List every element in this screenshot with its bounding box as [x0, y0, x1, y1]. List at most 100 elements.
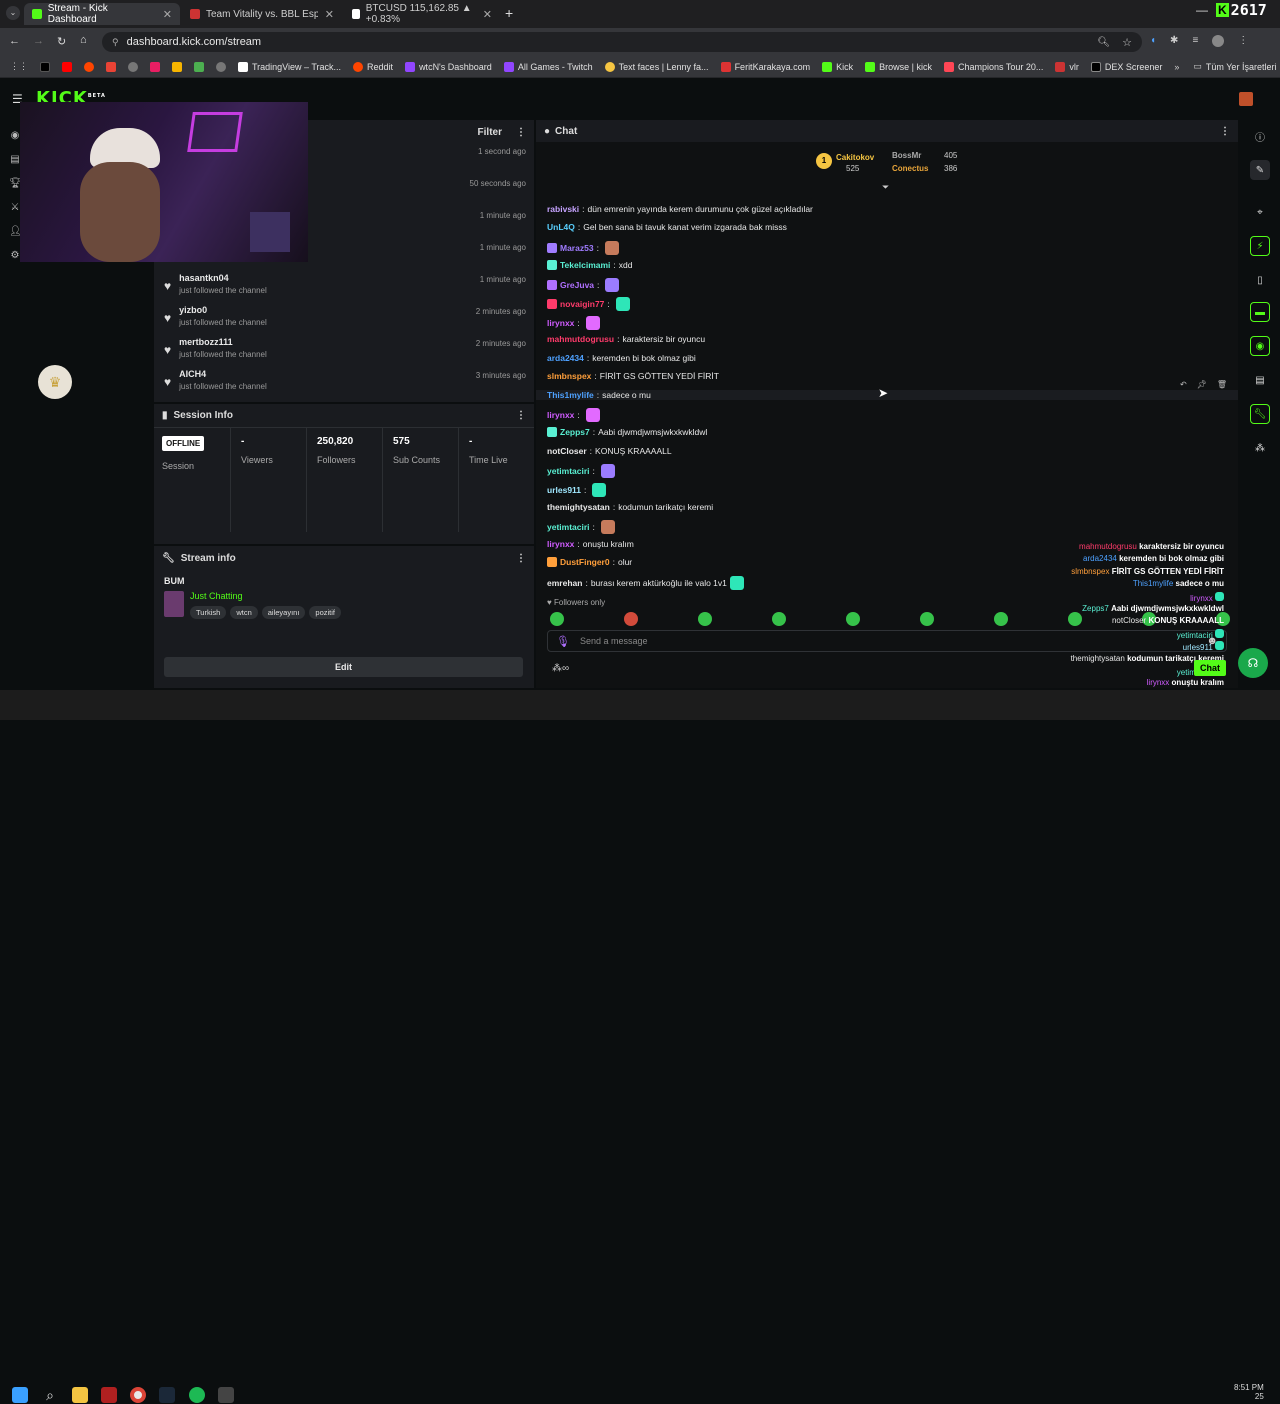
- notes-tool-icon[interactable]: ▯: [1250, 270, 1270, 290]
- bookmark-kick[interactable]: Kick: [822, 61, 853, 72]
- lightning-tool-icon[interactable]: ⚡︎: [1250, 236, 1270, 256]
- stream-tag[interactable]: wtcn: [230, 606, 258, 619]
- bookmark-champions-tour[interactable]: Champions Tour 20...: [943, 61, 1043, 72]
- quick-emote-icon[interactable]: [772, 612, 786, 626]
- quick-emote-icon[interactable]: [550, 612, 564, 626]
- chat-username[interactable]: yetimtaciri: [547, 466, 590, 476]
- delete-icon[interactable]: 🗑︎: [1217, 380, 1227, 389]
- chat-username[interactable]: Tekelcimami: [560, 260, 610, 270]
- bookmark-wtcn-dashboard[interactable]: wtcN's Dashboard: [405, 61, 492, 72]
- bookmark-g[interactable]: [172, 61, 182, 72]
- stream-tag[interactable]: Turkish: [190, 606, 227, 619]
- chat-username[interactable]: urles911: [547, 485, 581, 495]
- app-red-icon[interactable]: [101, 1387, 117, 1403]
- chat-send-button[interactable]: Chat: [1194, 660, 1226, 676]
- back-icon[interactable]: ←: [9, 35, 20, 47]
- stream-tag[interactable]: pozitif: [309, 606, 342, 619]
- chat-username[interactable]: mahmutdogrusu: [547, 334, 614, 344]
- bookmark-vlr[interactable]: vlr: [1055, 61, 1079, 72]
- apps-grid-icon[interactable]: ⋮⋮: [10, 61, 28, 72]
- close-tab-icon[interactable]: ✕: [325, 8, 334, 21]
- broadcast-tool-icon[interactable]: ◉: [1250, 336, 1270, 356]
- bookmark-text-faces[interactable]: Text faces | Lenny fa...: [604, 61, 709, 72]
- chat-tool-icon[interactable]: ▬: [1250, 302, 1270, 322]
- mic-icon[interactable]: 🎙︎: [556, 635, 570, 648]
- category-link[interactable]: Just Chatting: [190, 591, 341, 601]
- bookmark-leaf[interactable]: [194, 61, 204, 72]
- chat-username[interactable]: GreJuva: [560, 280, 594, 290]
- reply-icon[interactable]: ↶: [1180, 380, 1187, 389]
- reload-icon[interactable]: ↻: [57, 35, 66, 48]
- spotify-icon[interactable]: [189, 1387, 205, 1403]
- chat-username[interactable]: novaigin77: [560, 299, 604, 309]
- home-icon[interactable]: ⌂: [80, 34, 87, 46]
- quick-emote-icon[interactable]: [846, 612, 860, 626]
- extension-icon[interactable]: ◖: [1150, 35, 1156, 49]
- session-menu-icon[interactable]: ⋮: [516, 410, 526, 421]
- bookmark-gmail[interactable]: [106, 61, 116, 72]
- pinned-expand-icon[interactable]: ⏷: [882, 182, 889, 193]
- user-avatar[interactable]: [1239, 92, 1253, 106]
- profile-avatar[interactable]: [1212, 35, 1225, 47]
- bookmark-dex-screener[interactable]: DEX Screener: [1090, 61, 1162, 72]
- puzzle-extensions-icon[interactable]: ✱: [1170, 35, 1178, 49]
- stream-info-menu-icon[interactable]: ⋮: [516, 553, 526, 564]
- close-tab-icon[interactable]: ✕: [483, 8, 492, 21]
- activity-username[interactable]: yizbo0: [179, 305, 267, 315]
- leader-3-name[interactable]: Conectus: [892, 164, 928, 173]
- chat-username[interactable]: Maraz53: [560, 243, 594, 253]
- chat-username[interactable]: arda2434: [547, 353, 584, 363]
- windows-start-icon[interactable]: [12, 1387, 28, 1403]
- app-generic-icon[interactable]: [218, 1387, 234, 1403]
- chat-username[interactable]: themightysatan: [547, 502, 610, 512]
- wrench-tool-icon[interactable]: 🔧︎: [1250, 404, 1270, 424]
- chat-tools-icon[interactable]: ⁂∞: [552, 663, 569, 674]
- bookmark-x[interactable]: [40, 61, 50, 72]
- bookmark-web2[interactable]: [216, 61, 226, 72]
- bookmark-youtube[interactable]: [62, 61, 72, 72]
- bookmark-browse-kick[interactable]: Browse | kick: [865, 61, 932, 72]
- activity-username[interactable]: mertbozz111: [179, 337, 267, 347]
- bookmark-all-games[interactable]: All Games - Twitch: [503, 61, 593, 72]
- crosshair-tool-icon[interactable]: ⌖: [1250, 202, 1270, 222]
- minimize-button[interactable]: —: [1196, 3, 1208, 17]
- close-tab-icon[interactable]: ✕: [163, 8, 172, 21]
- site-info-icon[interactable]: ⚲: [112, 37, 119, 48]
- chat-username[interactable]: emrehan: [547, 578, 582, 588]
- tab-kick-dashboard[interactable]: Stream - Kick Dashboard ✕: [24, 3, 180, 25]
- tab-btcusd[interactable]: BTCUSD 115,162.85 ▲ +0.83% ✕: [344, 3, 500, 25]
- info-tool-icon[interactable]: ⓘ: [1250, 126, 1270, 146]
- url-text[interactable]: dashboard.kick.com/stream: [127, 36, 262, 48]
- leader-1-name[interactable]: Cakitokov: [836, 153, 874, 162]
- chat-menu-icon[interactable]: ⋮: [1220, 126, 1230, 137]
- menu-kebab-icon[interactable]: ⋮: [1238, 35, 1248, 49]
- chrome-icon[interactable]: [130, 1387, 146, 1403]
- quick-emote-icon[interactable]: [624, 612, 638, 626]
- media-icon[interactable]: ≡: [1192, 35, 1198, 49]
- chat-username[interactable]: Zepps7: [560, 427, 590, 437]
- bookmarks-overflow-icon[interactable]: »: [1174, 62, 1179, 72]
- edit-stream-button[interactable]: Edit: [164, 657, 523, 677]
- bookmark-reddit-small[interactable]: [84, 61, 94, 72]
- activity-username[interactable]: hasantkn04: [179, 273, 267, 283]
- bookmark-reddit[interactable]: Reddit: [353, 61, 393, 72]
- quick-emote-icon[interactable]: [920, 612, 934, 626]
- zoom-icon[interactable]: 🔍︎: [1097, 37, 1110, 48]
- activity-menu-icon[interactable]: ⋮: [516, 127, 526, 138]
- quick-emote-icon[interactable]: [698, 612, 712, 626]
- chat-username[interactable]: lirynxx: [547, 539, 574, 549]
- stream-tag[interactable]: aileyayını: [261, 606, 306, 619]
- chat-username[interactable]: DustFinger0: [560, 557, 610, 567]
- chat-username[interactable]: lirynxx: [547, 318, 574, 328]
- share-tool-icon[interactable]: ⁂: [1250, 438, 1270, 458]
- bookmark-tradingview[interactable]: TradingView – Track...: [238, 61, 341, 72]
- address-bar[interactable]: ⚲ dashboard.kick.com/stream 🔍︎ ☆: [102, 32, 1142, 52]
- chat-username[interactable]: UnL4Q: [547, 222, 575, 232]
- filter-button[interactable]: Filter: [478, 127, 502, 138]
- search-icon[interactable]: ⌕: [42, 1387, 58, 1403]
- forward-icon[interactable]: →: [33, 35, 44, 47]
- chat-username[interactable]: slmbnspex: [547, 371, 591, 381]
- tab-search-icon[interactable]: ⌄: [6, 6, 20, 20]
- pin-icon[interactable]: 📌︎: [1197, 380, 1207, 389]
- file-explorer-icon[interactable]: [72, 1387, 88, 1403]
